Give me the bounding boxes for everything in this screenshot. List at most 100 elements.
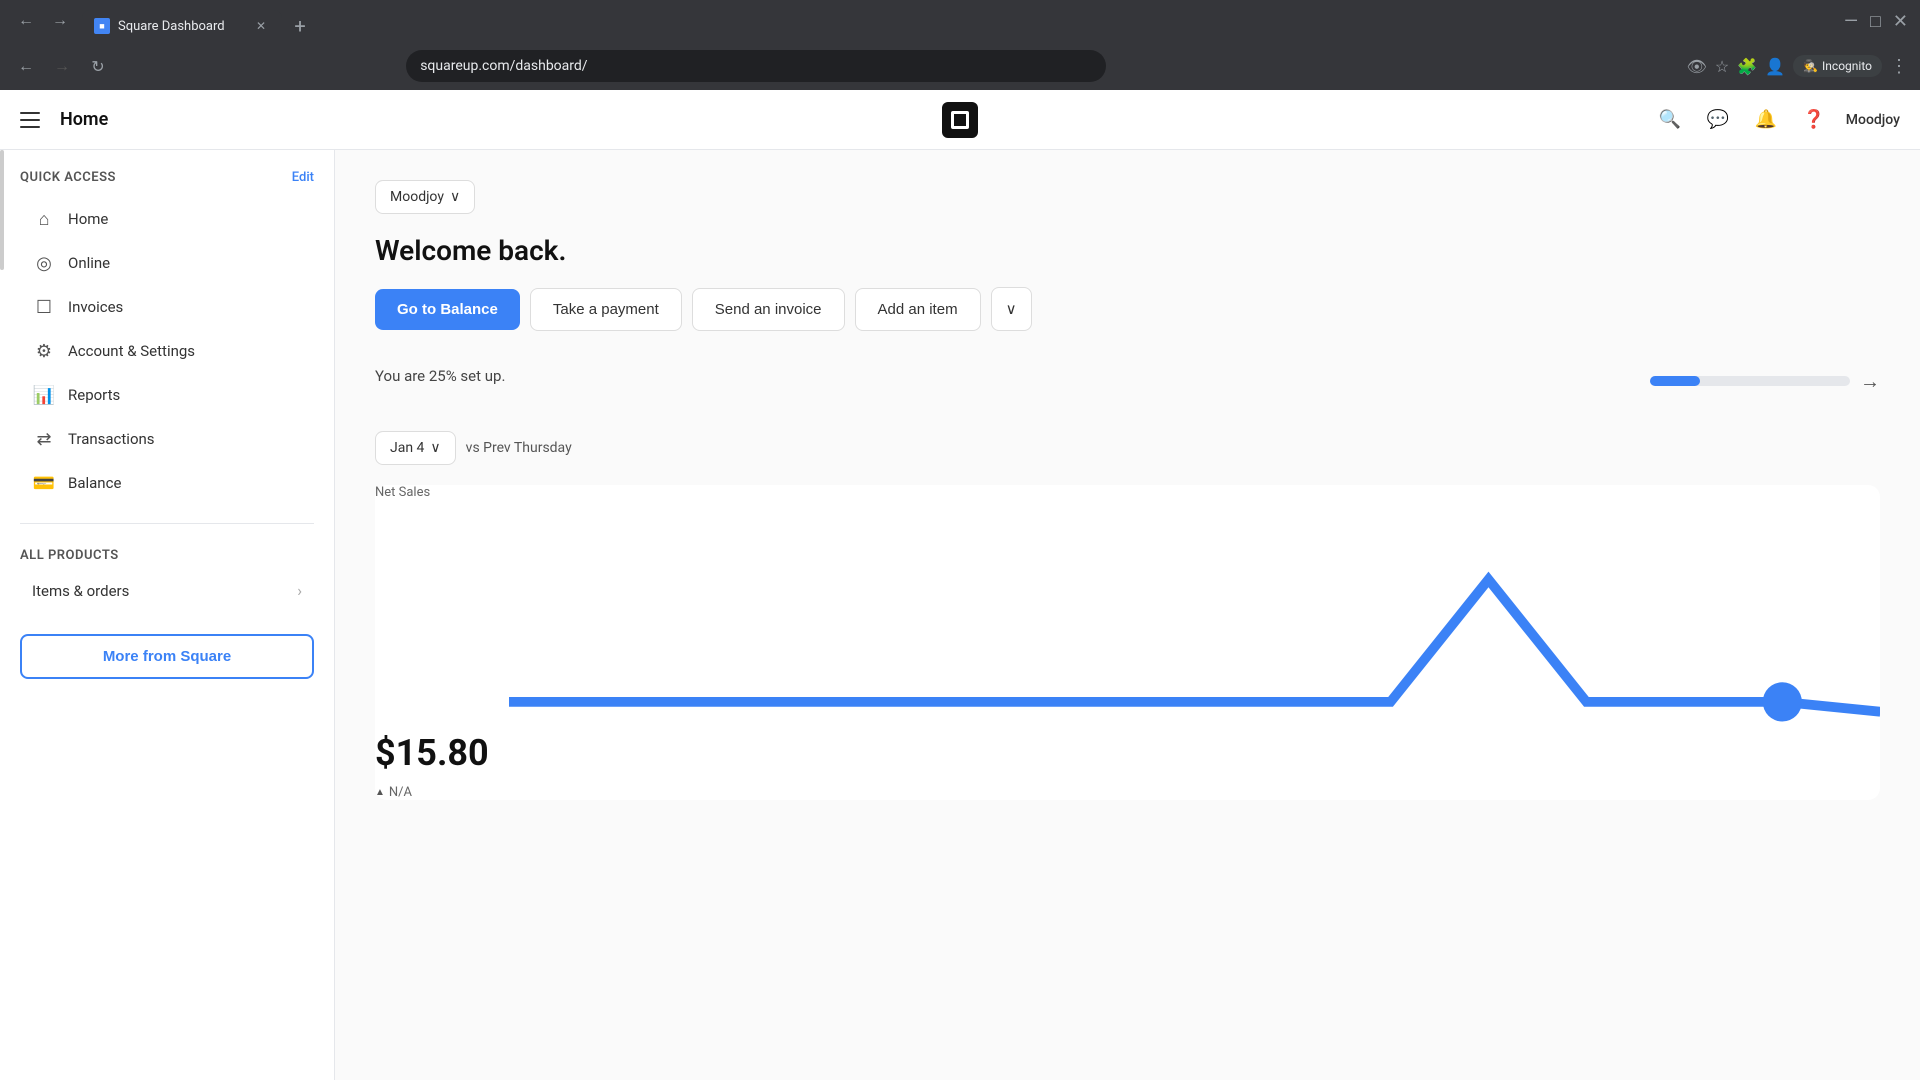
vs-prev-thursday-label: vs Prev Thursday [466,440,572,456]
window-forward-button[interactable]: → [46,7,74,35]
home-icon: ⌂ [32,207,56,231]
app-container: Home 🔍 💬 🔔 ❓ Moodjoy Quick access Edit [0,90,1920,1080]
sidebar-item-reports[interactable]: 📊 Reports [20,373,314,417]
sidebar-item-online[interactable]: ◎ Online [20,241,314,285]
all-products-section: All products Items & orders › [0,532,334,618]
balance-icon: 💳 [32,471,56,495]
net-sales-value-container: $15.80 ▲ N/A [375,732,489,800]
na-badge: ▲ N/A [375,785,412,800]
scroll-thumb[interactable] [0,150,4,270]
back-button[interactable]: ← [12,52,40,80]
edit-button[interactable]: Edit [292,170,314,185]
url-input[interactable]: squareup.com/dashboard/ [406,50,1106,82]
nav-home-label: Home [60,109,108,130]
nav-right: 🔍 💬 🔔 ❓ Moodjoy [1654,104,1900,136]
main-content: Moodjoy ∨ Welcome back. Go to Balance Ta… [335,150,1920,1080]
square-logo-inner [951,111,969,129]
action-buttons: Go to Balance Take a payment Send an inv… [375,287,1880,331]
refresh-button[interactable]: ↻ [84,52,112,80]
add-item-button[interactable]: Add an item [855,288,981,331]
minimize-button[interactable]: — [1844,11,1858,32]
url-text: squareup.com/dashboard/ [420,58,587,74]
sidebar-item-account-settings[interactable]: ⚙ Account & Settings [20,329,314,373]
window-controls: ← → [12,7,74,35]
eye-slash-icon: 👁 [1687,57,1707,76]
progress-bar-container: → [1650,369,1880,394]
location-name: Moodjoy [390,189,444,205]
search-button[interactable]: 🔍 [1654,104,1686,136]
take-payment-button[interactable]: Take a payment [530,288,682,331]
sidebar-item-account-settings-label: Account & Settings [68,342,195,360]
sidebar-item-balance[interactable]: 💳 Balance [20,461,314,505]
setup-progress-row: You are 25% set up. → [375,367,1880,395]
invoices-icon: ☐ [32,295,56,319]
sidebar-item-home[interactable]: ⌂ Home [20,197,314,241]
close-window-button[interactable]: ✕ [1893,11,1908,32]
sidebar-item-invoices[interactable]: ☐ Invoices [20,285,314,329]
profile-icon[interactable]: 👤 [1765,57,1785,76]
date-selector[interactable]: Jan 4 ∨ [375,431,456,465]
chevron-right-icon: › [297,581,302,600]
sidebar-item-transactions[interactable]: ⇄ Transactions [20,417,314,461]
tab-favicon: ■ [94,18,110,34]
reports-icon: 📊 [32,383,56,407]
extension-icon[interactable]: 🧩 [1737,57,1757,76]
more-actions-chevron-icon: ∨ [1006,301,1017,318]
sidebar: Quick access Edit ⌂ Home ◎ Online ☐ Invo… [0,150,335,1080]
hamburger-menu-button[interactable] [20,106,48,134]
tab-title: Square Dashboard [118,19,225,34]
net-sales-label: Net Sales [375,485,1880,500]
window-back-button[interactable]: ← [12,7,40,35]
nav-center-logo [942,102,978,138]
hamburger-line [20,112,40,114]
location-chevron-icon: ∨ [450,189,460,205]
more-from-square-section: More from Square [20,634,314,679]
settings-icon: ⚙ [32,339,56,363]
all-products-label: All products [20,548,314,563]
more-actions-button[interactable]: ∨ [991,287,1032,331]
location-selector[interactable]: Moodjoy ∨ [375,180,475,214]
online-icon: ◎ [32,251,56,275]
sales-section: Net Sales $15.80 ▲ N/A [375,485,1880,800]
nav-left: Home [20,106,108,134]
incognito-label: Incognito [1822,59,1872,73]
menu-dots-icon[interactable]: ⋮ [1890,56,1908,77]
new-tab-button[interactable]: + [286,12,314,40]
sidebar-item-invoices-label: Invoices [68,298,123,316]
progress-fill [1650,376,1700,386]
progress-bar [1650,376,1850,386]
notifications-button[interactable]: 🔔 [1750,104,1782,136]
items-orders-row[interactable]: Items & orders › [20,571,314,610]
sales-chart [509,506,1880,800]
top-nav: Home 🔍 💬 🔔 ❓ Moodjoy [0,90,1920,150]
progress-arrow-button[interactable]: → [1860,369,1880,394]
send-invoice-button[interactable]: Send an invoice [692,288,845,331]
quick-access-section: Quick access Edit ⌂ Home ◎ Online ☐ Invo… [0,150,334,515]
browser-tab-active[interactable]: ■ Square Dashboard ✕ [82,10,282,42]
sidebar-item-balance-label: Balance [68,474,121,492]
date-filter-row: Jan 4 ∨ vs Prev Thursday [375,431,1880,465]
forward-button[interactable]: → [48,52,76,80]
incognito-badge: 🕵 Incognito [1793,55,1882,77]
net-sales-value: $15.80 [375,732,489,774]
bookmark-star-icon[interactable]: ☆ [1715,57,1729,76]
help-button[interactable]: ❓ [1798,104,1830,136]
user-name[interactable]: Moodjoy [1846,112,1900,128]
hamburger-line [20,119,40,121]
sidebar-item-reports-label: Reports [68,386,120,404]
browser-right-icons: 👁 ☆ 🧩 👤 🕵 Incognito ⋮ [1687,55,1908,77]
transactions-icon: ⇄ [32,427,56,451]
sidebar-item-online-label: Online [68,254,110,272]
setup-text: You are 25% set up. [375,367,505,385]
more-from-square-button[interactable]: More from Square [20,634,314,679]
chat-button[interactable]: 💬 [1702,104,1734,136]
setup-section: You are 25% set up. → [375,367,1880,395]
maximize-button[interactable]: □ [1870,11,1881,32]
sidebar-item-home-label: Home [68,210,108,228]
square-logo [942,102,978,138]
sidebar-divider [20,523,314,524]
quick-access-label: Quick access [20,170,116,185]
tab-close-button[interactable]: ✕ [252,17,270,35]
date-label: Jan 4 [390,440,424,456]
go-to-balance-button[interactable]: Go to Balance [375,289,520,330]
